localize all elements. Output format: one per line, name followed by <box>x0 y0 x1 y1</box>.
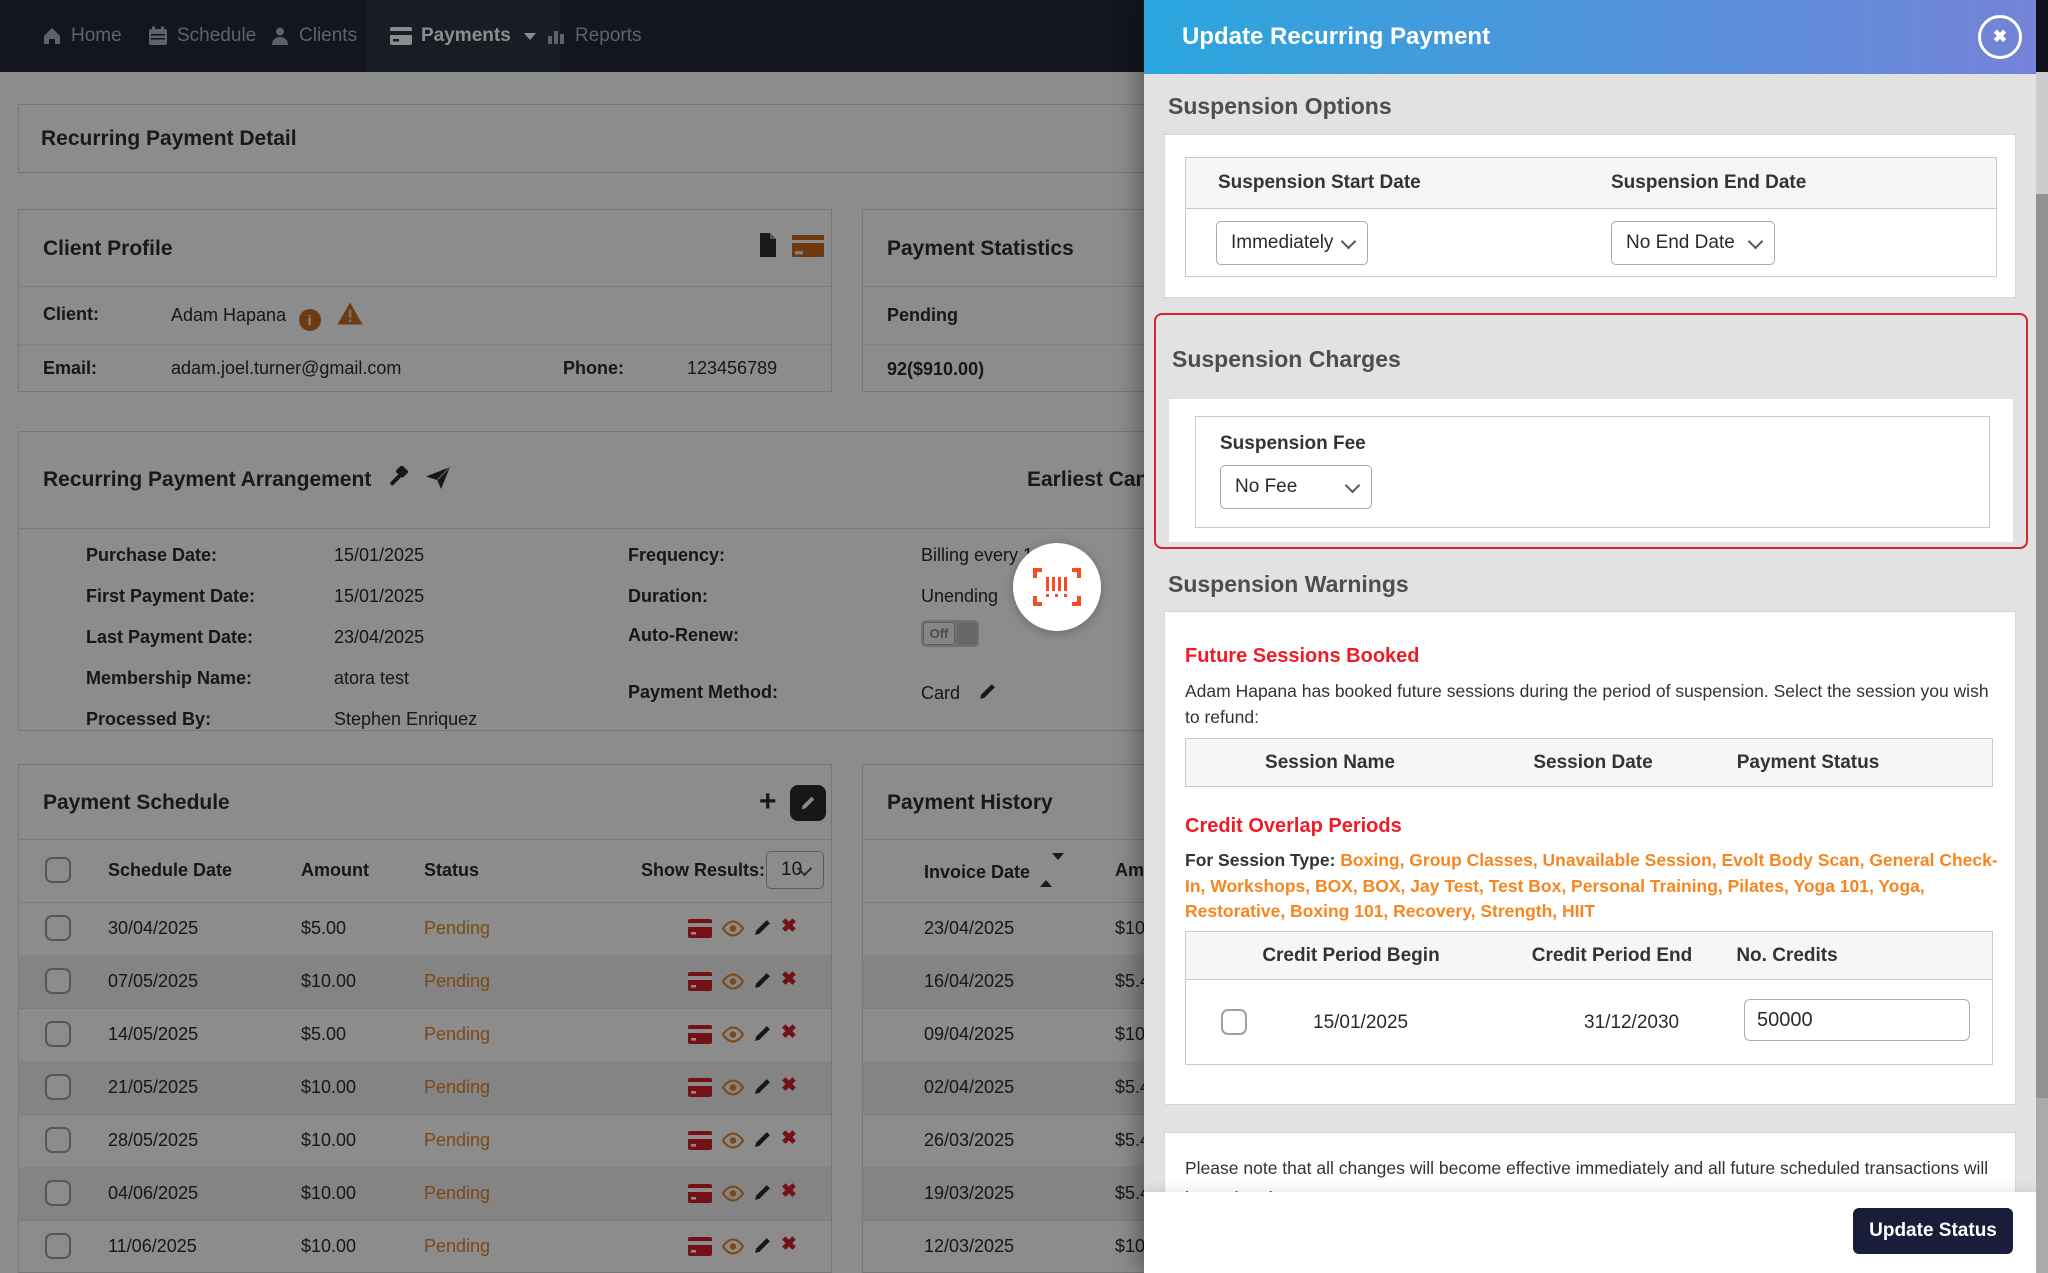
update-status-button[interactable]: Update Status <box>1853 1208 2013 1254</box>
credit-overlap-title: Credit Overlap Periods <box>1185 815 1402 837</box>
barcode-icon <box>1033 568 1081 606</box>
future-sessions-text: Adam Hapana has booked future sessions d… <box>1185 681 1989 727</box>
scrollbar-track-lower <box>2036 1098 2048 1273</box>
credits-input[interactable] <box>1744 999 1970 1041</box>
close-icon: ✖ <box>1992 27 2008 46</box>
suspension-end-select[interactable]: No End Date <box>1611 221 1775 265</box>
close-button[interactable]: ✖ <box>1978 15 2022 59</box>
loading-spinner <box>1013 543 1101 631</box>
chevron-down-icon <box>1340 233 1357 250</box>
suspension-options-card: Suspension Start Date Suspension End Dat… <box>1164 134 2016 298</box>
credit-begin-value: 15/01/2025 <box>1313 1012 1409 1033</box>
suspension-options-heading: Suspension Options <box>1168 93 1392 119</box>
suspension-warnings-heading: Suspension Warnings <box>1168 571 1409 597</box>
suspension-end-date-label: Suspension End Date <box>1611 172 1807 193</box>
suspension-fee-label: Suspension Fee <box>1220 433 1366 454</box>
app-window: Home Schedule Clients Payments Reports R… <box>0 0 2048 1273</box>
credit-row-checkbox[interactable] <box>1221 1009 1247 1035</box>
col-no-credits: No. Credits <box>1736 945 1838 966</box>
col-credit-begin: Credit Period Begin <box>1262 945 1440 966</box>
suspension-fee-value: No Fee <box>1235 476 1298 497</box>
modal-title: Update Recurring Payment <box>1182 23 1491 50</box>
modal-footer: Update Status <box>1144 1192 2036 1273</box>
suspension-start-value: Immediately <box>1231 232 1334 253</box>
update-recurring-payment-modal: Update Recurring Payment ✖ Suspension Op… <box>1144 0 2036 1273</box>
note-line1: Please note that all changes will become… <box>1185 1158 1989 1178</box>
scrollbar-thumb[interactable] <box>2036 194 2048 1098</box>
future-sessions-title: Future Sessions Booked <box>1185 645 1420 667</box>
col-session-name: Session Name <box>1265 752 1395 773</box>
suspension-charges-heading: Suspension Charges <box>1172 346 1401 372</box>
suspension-start-date-label: Suspension Start Date <box>1218 172 1421 193</box>
modal-header: Update Recurring Payment ✖ <box>1144 0 2036 74</box>
scrollbar-top <box>2036 0 2048 72</box>
suspension-charges-highlight: Suspension Charges Suspension Fee No Fee <box>1154 313 2028 549</box>
session-type-label: For Session Type: <box>1185 850 1336 870</box>
credit-end-value: 31/12/2030 <box>1584 1012 1680 1033</box>
col-payment-status: Payment Status <box>1736 752 1880 773</box>
col-credit-end: Credit Period End <box>1531 945 1693 966</box>
session-table: Session Name Session Date Payment Status <box>1185 738 1993 787</box>
suspension-start-select[interactable]: Immediately <box>1216 221 1368 265</box>
suspension-warnings-card: Future Sessions Booked Adam Hapana has b… <box>1164 611 2016 1105</box>
scrollbar[interactable] <box>2036 0 2048 1273</box>
chevron-down-icon <box>1747 233 1764 250</box>
session-types-text: For Session Type: Boxing, Group Classes,… <box>1185 848 2001 925</box>
col-session-date: Session Date <box>1533 752 1653 773</box>
credit-table: Credit Period Begin Credit Period End No… <box>1185 931 1993 1065</box>
suspension-end-value: No End Date <box>1626 232 1735 253</box>
chevron-down-icon <box>1344 477 1361 494</box>
suspension-fee-select[interactable]: No Fee <box>1220 465 1372 509</box>
scrollbar-track <box>2036 72 2048 194</box>
